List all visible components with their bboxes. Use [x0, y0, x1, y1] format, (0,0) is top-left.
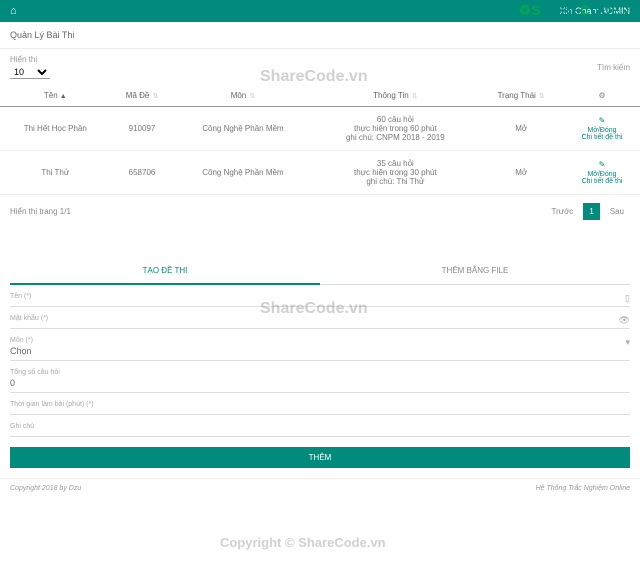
- table-controls: Hiển thị 10 Tìm kiếm: [0, 49, 640, 85]
- cell-ma-de: 910097: [111, 107, 174, 151]
- pencil-icon[interactable]: ✎: [568, 116, 636, 125]
- form-tabs: TẠO ĐỀ THI THÊM BẰNG FILE: [10, 258, 630, 285]
- ten-label: Tên (*): [10, 293, 630, 300]
- next-button[interactable]: Sau: [604, 203, 630, 220]
- submit-button[interactable]: THÊM: [10, 447, 630, 468]
- page-size-select[interactable]: 10: [10, 66, 50, 79]
- pagination: Trước 1 Sau: [545, 203, 630, 220]
- col-thong-tin[interactable]: Thông Tin⇅: [312, 85, 478, 107]
- cell-actions: ✎ Mở/Đóng Chi tiết đề thi: [564, 151, 640, 195]
- toggle-link[interactable]: Mở/Đóng: [568, 127, 636, 134]
- cell-mon: Công Nghệ Phần Mềm: [173, 107, 312, 151]
- prev-button[interactable]: Trước: [545, 203, 579, 220]
- cell-thong-tin: 60 câu hỏithực hiện trong 60 phútghi chú…: [312, 107, 478, 151]
- page-1[interactable]: 1: [583, 203, 599, 220]
- cell-ma-de: 658706: [111, 151, 174, 195]
- col-ten[interactable]: Tên▲: [0, 85, 111, 107]
- watermark-copyright: Copyright © ShareCode.vn: [220, 535, 386, 550]
- create-exam-form: Tên (*) ▯ Mật khẩu (*) 👁 Môn (*) Chọn ▾ …: [0, 285, 640, 437]
- col-trang-thai[interactable]: Trạng Thái⇅: [478, 85, 564, 107]
- chevron-down-icon: ▾: [625, 337, 630, 348]
- toggle-link[interactable]: Mở/Đóng: [568, 171, 636, 178]
- cell-thong-tin: 35 câu hỏithực hiện trong 30 phútghi chú…: [312, 151, 478, 195]
- cell-trang-thai: Mở: [478, 151, 564, 195]
- page-footer: Copyright 2018 by Dzu Hệ Thống Trắc Nghi…: [0, 478, 640, 498]
- table-row: Thi Hết Học Phần 910097 Công Nghệ Phần M…: [0, 107, 640, 151]
- pencil-icon[interactable]: ✎: [568, 160, 636, 169]
- col-ma-de[interactable]: Mã Đề⇅: [111, 85, 174, 107]
- exam-table: Tên▲ Mã Đề⇅ Môn⇅ Thông Tin⇅ Trạng Thái⇅ …: [0, 85, 640, 195]
- home-icon[interactable]: ⌂: [10, 5, 17, 17]
- cell-ten: Thi Hết Học Phần: [0, 107, 111, 151]
- detail-link[interactable]: Chi tiết đề thi: [568, 134, 636, 141]
- search-label: Tìm kiếm: [597, 63, 630, 72]
- footer-left: Copyright 2018 by Dzu: [10, 485, 81, 492]
- table-row: Thi Thử 658706 Công Nghệ Phần Mềm 35 câu…: [0, 151, 640, 195]
- page-info: Hiển thị trang 1/1: [10, 207, 71, 216]
- tongso-label: Tổng số câu hỏi: [10, 369, 630, 376]
- gear-icon: ⚙: [598, 91, 605, 100]
- cell-mon: Công Nghệ Phần Mềm: [173, 151, 312, 195]
- sharecode-logo: ♻SHARECODE.vn: [519, 2, 636, 19]
- matkhau-label: Mật khẩu (*): [10, 315, 630, 322]
- clear-icon[interactable]: ▯: [625, 293, 630, 304]
- thoigian-label: Thời gian làm bài (phút) (*): [10, 401, 630, 408]
- show-label: Hiển thị: [10, 55, 50, 64]
- col-mon[interactable]: Môn⇅: [173, 85, 312, 107]
- mon-select[interactable]: Chọn: [10, 346, 630, 356]
- cell-ten: Thi Thử: [0, 151, 111, 195]
- tab-tao-de-thi[interactable]: TẠO ĐỀ THI: [10, 258, 320, 285]
- cell-trang-thai: Mở: [478, 107, 564, 151]
- tab-them-bang-file[interactable]: THÊM BẰNG FILE: [320, 258, 630, 285]
- mon-label: Môn (*): [10, 337, 630, 344]
- logo-recycle-icon: ♻: [519, 2, 532, 18]
- eye-icon[interactable]: 👁: [619, 315, 630, 326]
- tongso-input[interactable]: [10, 378, 630, 388]
- table-footer: Hiển thị trang 1/1 Trước 1 Sau: [0, 195, 640, 228]
- col-actions: ⚙: [564, 85, 640, 107]
- footer-right: Hệ Thống Trắc Nghiệm Online: [536, 485, 630, 492]
- panel-title: Quản Lý Bài Thi: [0, 22, 640, 49]
- cell-actions: ✎ Mở/Đóng Chi tiết đề thi: [564, 107, 640, 151]
- ghichu-label: Ghi chú: [10, 423, 630, 430]
- detail-link[interactable]: Chi tiết đề thi: [568, 178, 636, 185]
